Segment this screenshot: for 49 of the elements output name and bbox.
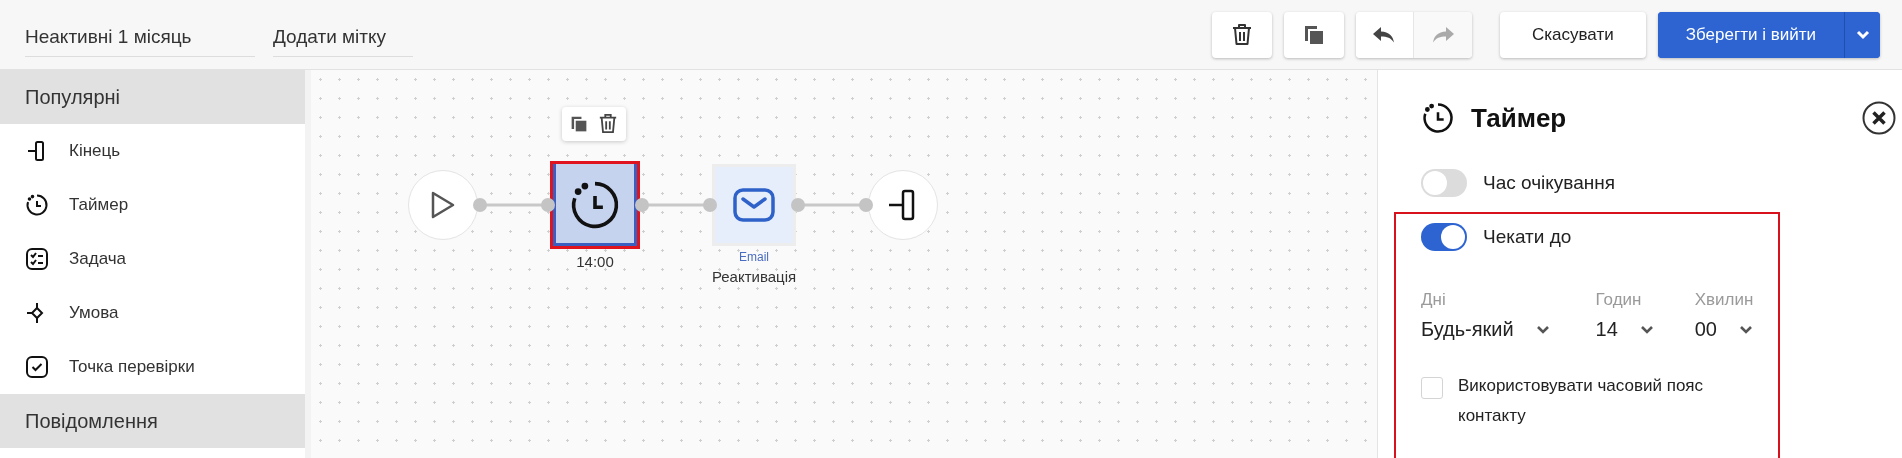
node-caption: 14:00 [576, 253, 614, 270]
close-button[interactable] [1862, 101, 1896, 135]
dropdown-select[interactable]: 14 [1595, 318, 1695, 341]
cancel-button[interactable]: Скасувати [1499, 11, 1646, 58]
dropdown-select[interactable]: 00 [1694, 318, 1778, 341]
sidebar-item[interactable]: Умова [69, 303, 119, 323]
sidebar-item[interactable]: Точка перевірки [69, 357, 195, 377]
toggle-label: Чекати до [1483, 226, 1572, 248]
save-dropdown-button[interactable] [1844, 11, 1880, 58]
copy-icon [1302, 23, 1325, 46]
toggle-label: Час очікування [1483, 172, 1616, 194]
dropdown-select[interactable]: Будь-який [1421, 318, 1596, 341]
field-label: Дні [1421, 290, 1447, 310]
trash-icon[interactable] [598, 113, 618, 135]
copy-button[interactable] [1283, 11, 1344, 58]
field-label: Хвилин [1694, 290, 1755, 310]
checkbox-label: Використовувати часовий пояс контакту [1458, 375, 1705, 427]
panel-title: Таймер [1471, 102, 1567, 134]
sidebar-group-header[interactable]: Повідомлення [0, 394, 305, 448]
toggle-switch[interactable] [1421, 169, 1467, 197]
email-node[interactable] [712, 164, 796, 246]
delete-button[interactable] [1211, 11, 1272, 58]
checklist-icon [25, 247, 49, 271]
campaign-title[interactable]: Неактивні 1 місяць [25, 20, 255, 57]
envelope-icon [732, 187, 776, 223]
sidebar-item[interactable]: Задача [69, 249, 127, 269]
sidebar-group-header[interactable]: Популярні [0, 70, 305, 124]
save-and-exit-button[interactable]: Зберегти і вийти [1657, 11, 1844, 58]
chevron-down-icon [1855, 29, 1870, 40]
checkbox-icon [25, 355, 49, 379]
node-caption: Реактивація [711, 268, 797, 285]
tag-input-field[interactable]: Додати мітку [273, 20, 413, 57]
field-label: Годин [1595, 290, 1643, 310]
toggle-switch[interactable] [1421, 223, 1467, 251]
undo-button[interactable] [1355, 11, 1414, 58]
chevron-down-icon [1738, 324, 1753, 335]
timer-icon [25, 193, 49, 217]
timer-icon [1421, 101, 1455, 135]
sidebar-item[interactable]: Таймер [69, 195, 129, 215]
play-icon [429, 190, 457, 220]
trash-icon [1230, 22, 1253, 47]
timer-node[interactable] [550, 161, 640, 249]
copy-icon[interactable] [570, 115, 588, 133]
sidebar-item[interactable]: Кінець [69, 141, 121, 161]
chevron-down-icon [1639, 324, 1654, 335]
node-type-label: Email [739, 250, 769, 264]
checkbox[interactable] [1421, 377, 1443, 399]
chevron-down-icon [1535, 324, 1550, 335]
close-icon [1862, 101, 1896, 135]
